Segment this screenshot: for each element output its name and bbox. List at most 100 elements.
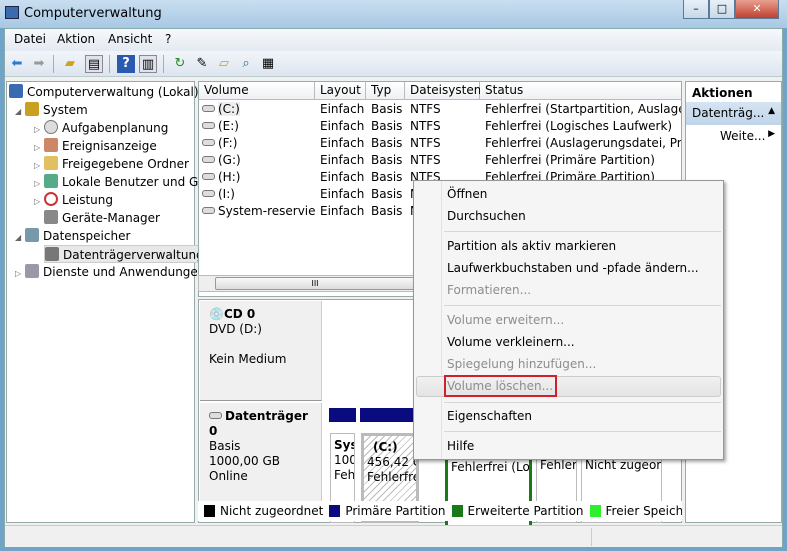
table-cell: (H:) bbox=[202, 169, 315, 186]
table-row[interactable]: (F:) Einfach Basis NTFS Fehlerfrei (Auslager… bbox=[199, 135, 681, 152]
device-manager-icon bbox=[44, 210, 58, 224]
tree-item-aufgabenplanung[interactable]: ▷ Aufgabenplanung bbox=[34, 119, 168, 137]
search-icon[interactable]: ⌕ bbox=[237, 55, 255, 73]
volume-drive-icon bbox=[202, 156, 215, 163]
table-row[interactable]: (C:) Einfach Basis NTFS Fehlerfrei (Startpar… bbox=[199, 101, 681, 118]
cell-text: Einfach bbox=[320, 187, 365, 201]
show-action-pane-icon[interactable]: ▥ bbox=[139, 55, 157, 73]
cell-text: NTFS bbox=[410, 136, 441, 150]
cd-0-label[interactable]: 💿CD 0 DVD (D:) Kein Medium bbox=[200, 301, 322, 401]
actions-more[interactable]: Weite... ▶ bbox=[686, 125, 781, 147]
table-cell: Einfach bbox=[320, 186, 370, 203]
table-cell: Basis bbox=[371, 135, 409, 152]
tree-label: Freigegebene Ordner bbox=[62, 157, 189, 171]
menu-ansicht[interactable]: Ansicht bbox=[108, 32, 152, 46]
table-cell: (G:) bbox=[202, 152, 315, 169]
properties-icon[interactable]: ✎ bbox=[193, 55, 211, 73]
expand-icon[interactable]: ▷ bbox=[15, 265, 25, 283]
disk-0-type: Basis bbox=[209, 439, 241, 453]
menu-item-laufwerkbuchstaben[interactable]: Laufwerkbuchstaben und -pfade ändern... bbox=[447, 258, 699, 278]
menu-item-oeffnen[interactable]: Öffnen bbox=[447, 184, 487, 204]
table-cell: Einfach bbox=[320, 118, 370, 135]
menu-item-hilfe[interactable]: Hilfe bbox=[447, 436, 474, 456]
up-folder-icon[interactable]: ▰ bbox=[61, 55, 79, 73]
menu-help[interactable]: ? bbox=[165, 32, 171, 46]
table-cell: Basis bbox=[371, 169, 409, 186]
table-cell: (I:) bbox=[202, 186, 315, 203]
menu-item-volume-erweitern[interactable]: Volume erweitern... bbox=[447, 310, 564, 330]
menu-item-spiegelung[interactable]: Spiegelung hinzufügen... bbox=[447, 354, 596, 374]
cd-0-type: DVD (D:) bbox=[209, 322, 262, 336]
menu-item-formatieren[interactable]: Formatieren... bbox=[447, 280, 531, 300]
forward-arrow-icon[interactable]: ➡ bbox=[30, 55, 48, 73]
minimize-button[interactable]: – bbox=[683, 0, 709, 19]
maximize-button[interactable]: □ bbox=[709, 0, 735, 19]
collapse-icon[interactable]: ◢ bbox=[15, 229, 25, 247]
menu-item-volume-verkleinern[interactable]: Volume verkleinern... bbox=[447, 332, 575, 352]
toolbar-separator bbox=[109, 55, 110, 73]
cell-text: NTFS bbox=[410, 119, 441, 133]
column-header-layout[interactable]: Layout bbox=[315, 82, 366, 100]
tree-label: Ereignisanzeige bbox=[62, 139, 157, 153]
tree-item-freigegebene-ordner[interactable]: ▷ Freigegebene Ordner bbox=[34, 155, 189, 173]
tree-item-datenspeicher[interactable]: ◢ Datenspeicher bbox=[15, 227, 130, 245]
cell-text: Basis bbox=[371, 187, 403, 201]
cell-text: (E:) bbox=[218, 119, 239, 133]
column-header-typ[interactable]: Typ bbox=[366, 82, 405, 100]
actions-section-datentraeger[interactable]: Datenträg... ▲ bbox=[686, 102, 781, 125]
cell-text: Einfach bbox=[320, 119, 365, 133]
tree-label: System bbox=[43, 103, 88, 117]
context-menu: Öffnen Durchsuchen Partition als aktiv m… bbox=[413, 180, 724, 460]
tree-item-dienste[interactable]: ▷ Dienste und Anwendungen bbox=[15, 263, 205, 281]
tree-item-geraete-manager[interactable]: Geräte-Manager bbox=[44, 209, 160, 227]
cd-0-name: 💿CD 0 bbox=[209, 307, 256, 321]
table-row[interactable]: (G:) Einfach Basis NTFS Fehlerfrei (Primäre … bbox=[199, 152, 679, 169]
toolbar: ⬅ ➡ ▰ ▤ ? ▥ ↻ ✎ ▱ ⌕ ▦ bbox=[5, 51, 782, 77]
tree-item-ereignisanzeige[interactable]: ▷ Ereignisanzeige bbox=[34, 137, 157, 155]
table-cell: (E:) bbox=[202, 118, 315, 135]
legend-swatch bbox=[329, 505, 341, 517]
collapse-icon[interactable]: ◢ bbox=[15, 103, 25, 121]
menu-aktion[interactable]: Aktion bbox=[57, 32, 95, 46]
cd-drive-icon: 💿 bbox=[209, 307, 224, 321]
show-tree-icon[interactable]: ▤ bbox=[85, 55, 103, 73]
legend-label: Primäre Partition bbox=[345, 504, 446, 518]
cell-text: (F:) bbox=[218, 136, 238, 150]
legend-swatch bbox=[204, 505, 215, 517]
menu-datei[interactable]: Datei bbox=[14, 32, 46, 46]
volume-drive-icon bbox=[202, 207, 215, 214]
refresh-icon[interactable]: ↻ bbox=[171, 55, 189, 73]
volume-drive-icon bbox=[202, 105, 215, 112]
table-cell: Einfach bbox=[320, 152, 370, 169]
table-cell: Basis bbox=[371, 101, 409, 118]
menu-separator bbox=[444, 402, 721, 403]
back-arrow-icon[interactable]: ⬅ bbox=[8, 55, 26, 73]
tree-item-system[interactable]: ◢ System bbox=[15, 101, 88, 119]
collapse-up-icon: ▲ bbox=[768, 106, 775, 116]
expand-icon[interactable]: ▷ bbox=[34, 193, 44, 211]
settings-icon[interactable]: ▦ bbox=[259, 55, 277, 73]
legend-swatch bbox=[589, 505, 601, 517]
performance-icon bbox=[44, 192, 58, 206]
menu-item-aktiv-markieren[interactable]: Partition als aktiv markieren bbox=[447, 236, 616, 256]
tools-icon bbox=[25, 102, 39, 116]
help-icon[interactable]: ? bbox=[117, 55, 135, 73]
tree-item-datentraegerverwaltung[interactable]: Datenträgerverwaltung bbox=[44, 245, 207, 263]
close-button[interactable]: ✕ bbox=[735, 0, 779, 19]
window-title: Computerverwaltung bbox=[24, 6, 162, 21]
disk-0-state: Online bbox=[209, 469, 248, 483]
cell-text: (I:) bbox=[218, 187, 235, 201]
tree-item-leistung[interactable]: ▷ Leistung bbox=[34, 191, 113, 209]
menu-item-eigenschaften[interactable]: Eigenschaften bbox=[447, 406, 532, 426]
table-row[interactable]: (E:) Einfach Basis NTFS Fehlerfrei (Logische… bbox=[199, 118, 679, 135]
menu-separator bbox=[444, 305, 721, 306]
menu-item-durchsuchen[interactable]: Durchsuchen bbox=[447, 206, 526, 226]
column-header-status[interactable]: Status bbox=[480, 82, 681, 100]
column-header-dateisystem[interactable]: Dateisystem bbox=[405, 82, 485, 100]
column-header-volume[interactable]: Volume bbox=[199, 82, 315, 100]
storage-icon bbox=[25, 228, 39, 242]
legend-swatch bbox=[451, 505, 463, 517]
open-folder-icon[interactable]: ▱ bbox=[215, 55, 233, 73]
tree-item-computerverwaltung[interactable]: Computerverwaltung (Lokal) bbox=[9, 83, 199, 101]
scroll-thumb[interactable]: III bbox=[215, 277, 415, 290]
